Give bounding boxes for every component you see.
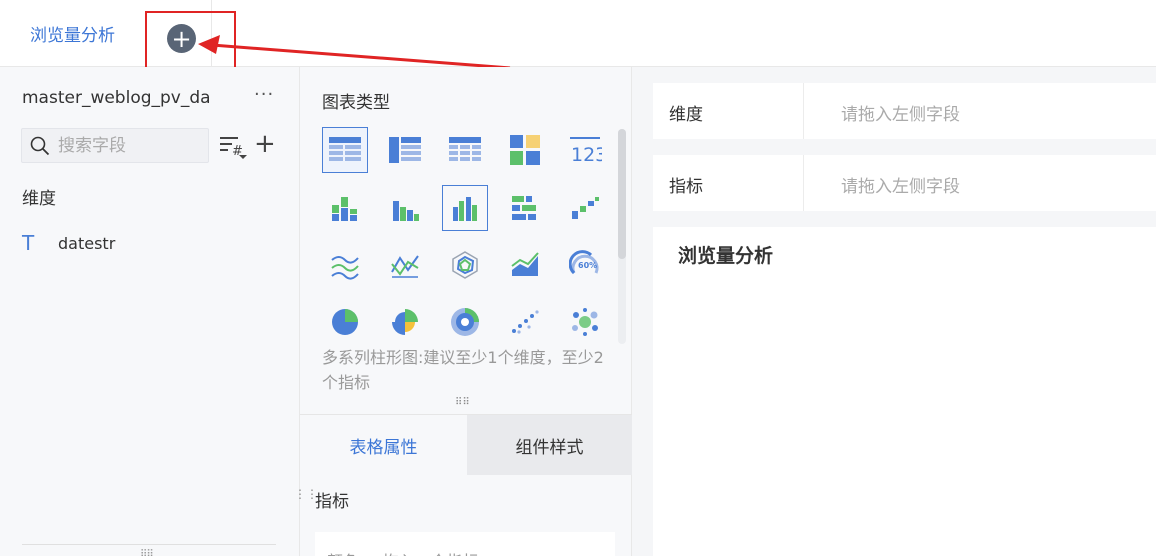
svg-text:123: 123: [571, 144, 602, 165]
field-panel: master_weblog_pv_da ··· # + 维度 T datestr…: [0, 67, 300, 556]
field-name: datestr: [58, 233, 116, 253]
rose-chart-icon[interactable]: [382, 299, 428, 345]
search-icon: [30, 136, 50, 155]
chart-type-title: 图表类型: [322, 93, 390, 113]
dimension-section-title: 维度: [22, 189, 56, 209]
polyline-chart-icon[interactable]: [382, 242, 428, 288]
resize-grip-icon[interactable]: ⠿⠿: [140, 549, 154, 556]
search-input[interactable]: [58, 135, 198, 156]
radar-chart-icon[interactable]: [442, 242, 488, 288]
field-sort-icon[interactable]: #: [218, 131, 248, 161]
multi-series-column-icon[interactable]: [442, 185, 488, 231]
resize-grip-icon[interactable]: ⠿⠿: [455, 397, 470, 408]
bubble-chart-icon[interactable]: [562, 299, 608, 345]
chart-canvas[interactable]: 浏览量分析: [653, 227, 1156, 556]
pie-chart-icon[interactable]: [322, 299, 368, 345]
field-search[interactable]: [21, 128, 209, 163]
stacked-column-icon[interactable]: [322, 185, 368, 231]
bar-chart-icon[interactable]: [502, 185, 548, 231]
dimension-drop-row[interactable]: 维度 请拖入左侧字段: [653, 83, 1156, 139]
cross-table-icon[interactable]: [442, 127, 488, 173]
scatter-chart-icon[interactable]: [502, 299, 548, 345]
waterfall-chart-icon[interactable]: [562, 185, 608, 231]
config-tabs: 表格属性 组件样式: [300, 414, 632, 475]
metric-drop-box[interactable]: 颜色 ⊕ 拖入一个指标: [315, 532, 615, 556]
add-field-icon[interactable]: +: [254, 131, 276, 157]
metric-section-label: 指标: [315, 492, 349, 512]
tab-component-style[interactable]: 组件样式: [467, 415, 632, 475]
svg-text:60%: 60%: [578, 261, 597, 270]
number-card-icon[interactable]: 123: [562, 127, 608, 173]
dimension-label: 维度: [669, 105, 703, 125]
chart-config-panel: 图表类型 123 60% 多系列柱形图:建议至少1个维度，至少2个指标 ⠿⠿ 表…: [300, 67, 632, 556]
field-item-datestr[interactable]: T datestr: [22, 229, 115, 257]
divider: [803, 83, 804, 139]
column-chart-icon[interactable]: [382, 185, 428, 231]
chart-list-scrollbar[interactable]: [618, 129, 626, 259]
table-chart-icon[interactable]: [322, 127, 368, 173]
metric-drop-placeholder: 请拖入左侧字段: [841, 177, 960, 197]
metric-label: 指标: [669, 177, 703, 197]
area-chart-icon[interactable]: [502, 242, 548, 288]
canvas-area: 维度 请拖入左侧字段 指标 请拖入左侧字段 浏览量分析: [632, 67, 1156, 556]
metric-drop-hint: 颜色 ⊕ 拖入一个指标: [327, 548, 479, 556]
canvas-title: 浏览量分析: [678, 245, 774, 267]
group-table-icon[interactable]: [382, 127, 428, 173]
kpi-card-icon[interactable]: [502, 127, 548, 173]
sunburst-chart-icon[interactable]: [442, 299, 488, 345]
plus-circle-icon: +: [171, 24, 192, 53]
tab-bar: 浏览量分析 +: [0, 0, 1156, 67]
divider: [22, 544, 276, 545]
divider: [803, 155, 804, 211]
metric-drop-row[interactable]: 指标 请拖入左侧字段: [653, 155, 1156, 211]
dimension-drop-placeholder: 请拖入左侧字段: [841, 105, 960, 125]
dataset-name: master_weblog_pv_da: [22, 88, 211, 108]
text-type-icon: T: [22, 231, 35, 255]
tab-pv-analysis[interactable]: 浏览量分析: [0, 0, 145, 67]
chart-type-hint: 多系列柱形图:建议至少1个维度，至少2个指标: [322, 348, 604, 392]
drag-handle-icon[interactable]: ⋮⋮: [294, 487, 318, 501]
gauge-chart-icon[interactable]: 60%: [562, 242, 608, 288]
line-chart-icon[interactable]: [322, 242, 368, 288]
more-icon[interactable]: ···: [254, 84, 274, 105]
tab-table-properties[interactable]: 表格属性: [300, 415, 467, 475]
